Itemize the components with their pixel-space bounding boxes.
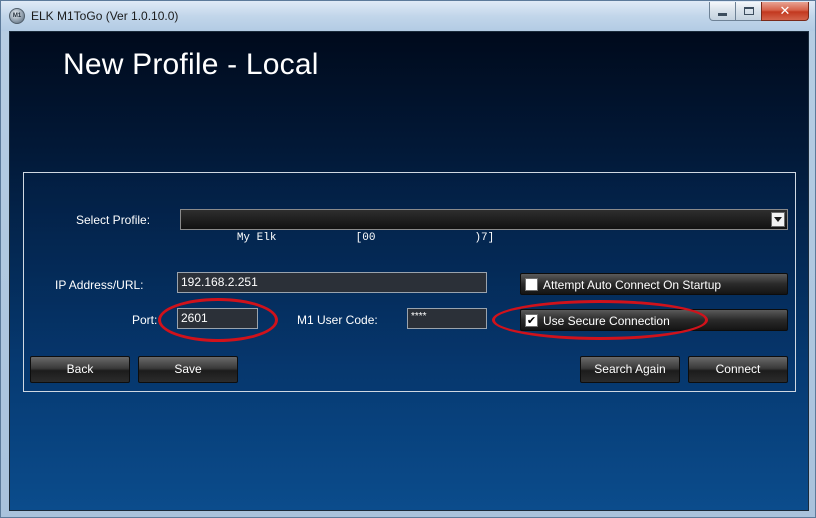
secure-connection-label: Use Secure Connection [543, 314, 670, 328]
port-input[interactable]: 2601 [177, 308, 258, 329]
maximize-icon [743, 7, 754, 15]
page-title: New Profile - Local [63, 48, 319, 81]
user-code-input[interactable]: **** [407, 308, 487, 329]
secure-connection-checkbox[interactable]: ✔ [525, 314, 538, 327]
auto-connect-option[interactable]: Attempt Auto Connect On Startup [520, 273, 788, 295]
minimize-icon [718, 12, 727, 16]
save-button[interactable]: Save [138, 356, 238, 383]
connect-button[interactable]: Connect [688, 356, 788, 383]
title-bar[interactable]: M1 ELK M1ToGo (Ver 1.0.10.0) ✕ [1, 1, 815, 31]
close-icon: ✕ [779, 3, 791, 19]
profile-form-panel: Select Profile: My Elk [00 )7] IP Addres… [23, 172, 796, 392]
back-button[interactable]: Back [30, 356, 130, 383]
select-profile-dropdown[interactable]: My Elk [00 )7] [180, 209, 788, 244]
auto-connect-label: Attempt Auto Connect On Startup [543, 278, 722, 292]
app-window: M1 ELK M1ToGo (Ver 1.0.10.0) ✕ New Profi… [0, 0, 816, 518]
window-title: ELK M1ToGo (Ver 1.0.10.0) [31, 9, 179, 23]
chevron-down-icon [774, 217, 782, 222]
minimize-button[interactable] [709, 2, 736, 21]
search-again-button[interactable]: Search Again [580, 356, 680, 383]
dropdown-arrow-button[interactable] [771, 212, 785, 227]
elk-app-icon: M1 [9, 8, 25, 24]
maximize-button[interactable] [735, 2, 762, 21]
ip-address-input[interactable]: 192.168.2.251 [177, 272, 487, 293]
ip-address-label: IP Address/URL: [55, 278, 144, 292]
user-code-label: M1 User Code: [297, 313, 378, 327]
auto-connect-checkbox[interactable] [525, 278, 538, 291]
select-profile-label: Select Profile: [76, 213, 151, 227]
secure-connection-option[interactable]: ✔ Use Secure Connection [520, 309, 788, 331]
close-button[interactable]: ✕ [761, 2, 809, 21]
port-label: Port: [132, 313, 158, 327]
client-area: New Profile - Local Select Profile: My E… [9, 31, 809, 511]
select-profile-value: My Elk [00 )7] [236, 232, 495, 244]
